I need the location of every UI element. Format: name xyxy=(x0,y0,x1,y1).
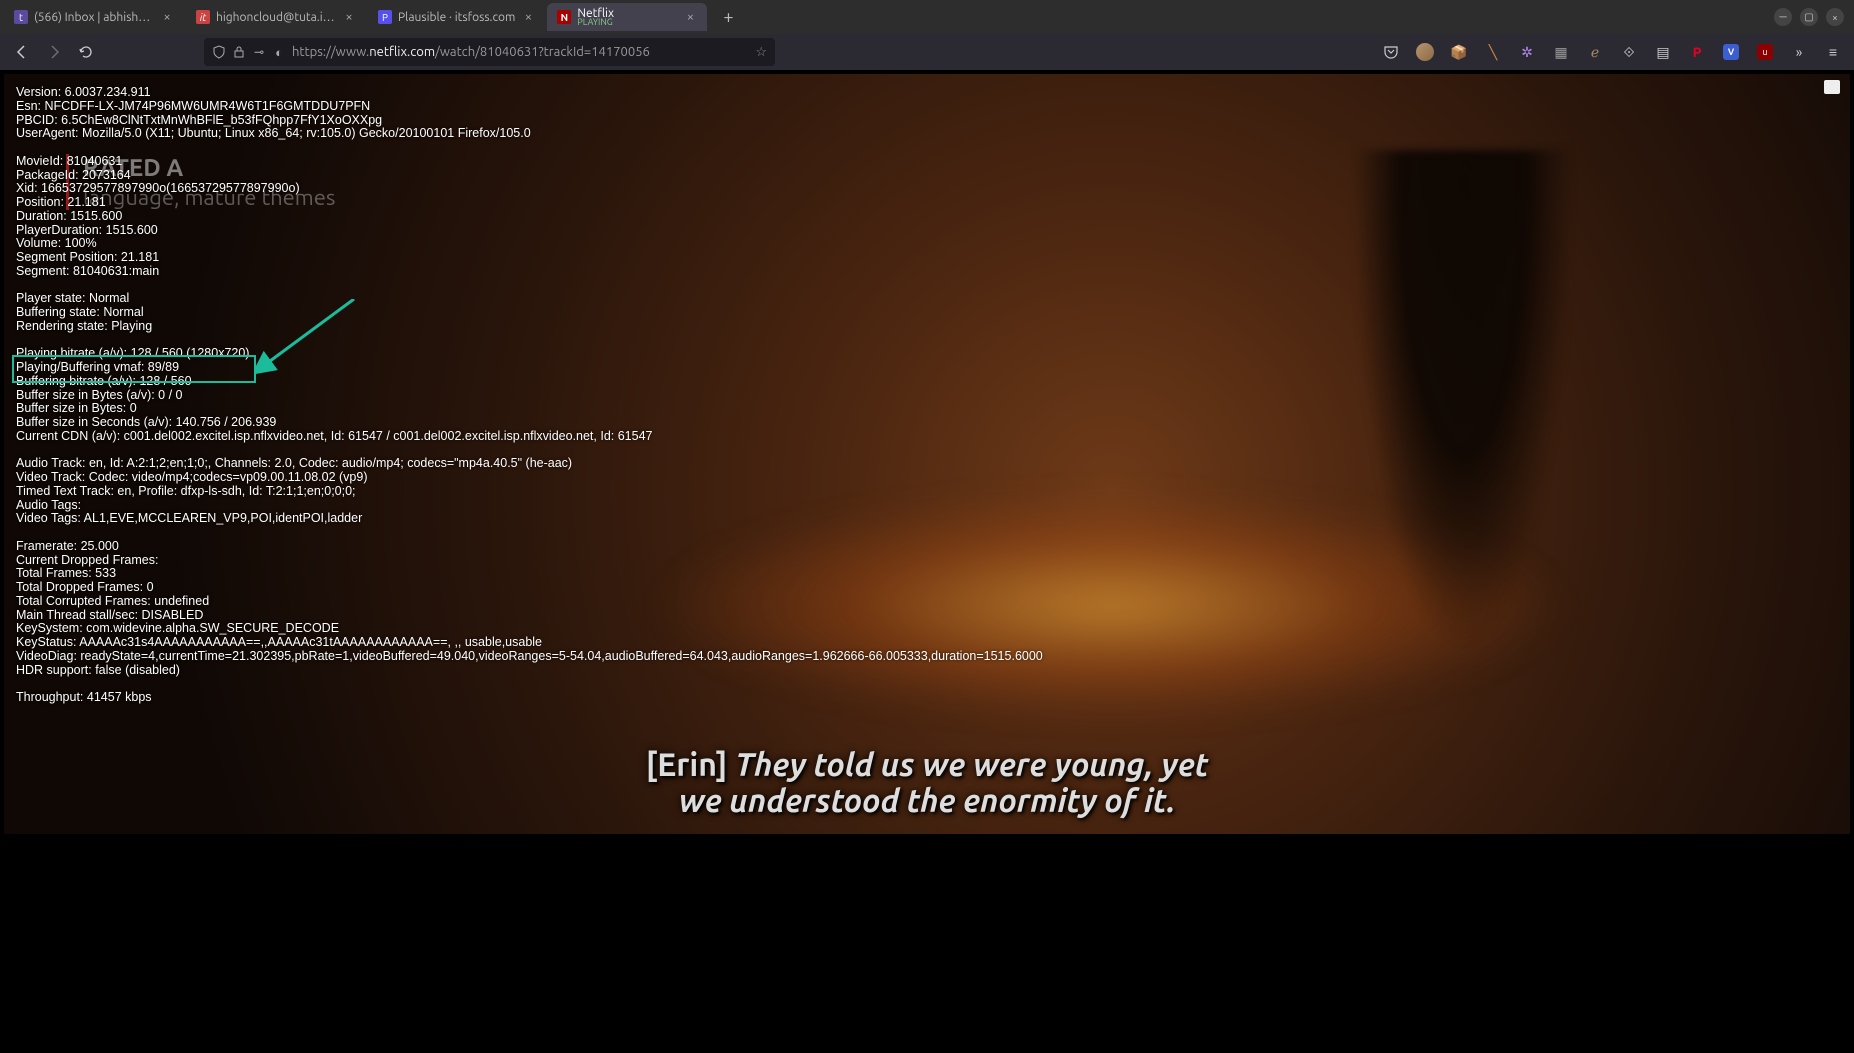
permissions-icon[interactable]: ◐ xyxy=(272,45,286,59)
tab-label: Plausible · itsfoss.com xyxy=(398,11,515,24)
maximize-button[interactable]: ▢ xyxy=(1800,8,1818,26)
page-content: RATED A language, mature themes Version:… xyxy=(0,70,1854,1053)
subtitle-line: They told us we were young, yet xyxy=(735,747,1208,783)
lock-icon[interactable] xyxy=(232,45,246,59)
reload-button[interactable] xyxy=(72,38,100,66)
pinterest-icon[interactable]: P xyxy=(1684,39,1710,65)
pocket-icon[interactable] xyxy=(1378,39,1404,65)
tab-tuta[interactable]: it highoncloud@tuta.io - Tu × xyxy=(186,3,366,31)
back-button[interactable] xyxy=(8,38,36,66)
browser-titlebar: t (566) Inbox | abhishek@li × it highonc… xyxy=(0,0,1854,34)
subtitle-speaker: [Erin] xyxy=(646,747,728,783)
shield-icon[interactable] xyxy=(212,45,226,59)
subtitle-text: [Erin] They told us we were young, yet w… xyxy=(4,747,1850,819)
url-text: https://www.netflix.com/watch/81040631?t… xyxy=(292,45,755,59)
url-bar[interactable]: ⊸ ◐ https://www.netflix.com/watch/810406… xyxy=(204,38,775,66)
tab-label: highoncloud@tuta.io - Tu xyxy=(216,11,336,24)
tab-plausible[interactable]: P Plausible · itsfoss.com × xyxy=(368,3,545,31)
extension-icon[interactable]: ✲ xyxy=(1514,39,1540,65)
subtitle-line: we understood the enormity of it. xyxy=(679,783,1176,819)
close-icon[interactable]: × xyxy=(342,10,356,24)
url-protocol: https://www. xyxy=(292,45,369,59)
pip-button[interactable] xyxy=(1824,80,1840,94)
close-icon[interactable]: × xyxy=(521,10,535,24)
ublock-icon[interactable]: u xyxy=(1752,39,1778,65)
extensions-menu-icon[interactable]: » xyxy=(1786,39,1812,65)
nerd-stats-overlay: Version: 6.0037.234.911 Esn: NFCDFF-LX-J… xyxy=(16,86,1043,705)
extension-icon[interactable]: ╲ xyxy=(1480,39,1506,65)
tab-status: PLAYING xyxy=(577,18,677,27)
extension-icon[interactable]: ▤ xyxy=(1650,39,1676,65)
forward-button[interactable] xyxy=(40,38,68,66)
video-player[interactable]: RATED A language, mature themes Version:… xyxy=(4,74,1850,834)
tab-strip: t (566) Inbox | abhishek@li × it highonc… xyxy=(4,0,1774,34)
tab-inbox[interactable]: t (566) Inbox | abhishek@li × xyxy=(4,3,184,31)
browser-toolbar: ⊸ ◐ https://www.netflix.com/watch/810406… xyxy=(0,34,1854,70)
extension-icon[interactable]: V xyxy=(1718,39,1744,65)
hamburger-menu-icon[interactable]: ≡ xyxy=(1820,39,1846,65)
mail-icon: it xyxy=(196,10,210,24)
close-icon[interactable]: × xyxy=(683,10,697,24)
mail-icon: t xyxy=(14,10,28,24)
netflix-icon: N xyxy=(557,10,571,24)
account-icon[interactable] xyxy=(1412,39,1438,65)
toolbar-extensions: 📦 ╲ ✲ ▦ ℯ ⟐ ▤ P V u » ≡ xyxy=(1378,39,1846,65)
close-window-button[interactable]: × xyxy=(1826,8,1844,26)
window-controls: ─ ▢ × xyxy=(1774,8,1850,26)
minimize-button[interactable]: ─ xyxy=(1774,8,1792,26)
key-icon[interactable]: ⊸ xyxy=(252,45,266,59)
close-icon[interactable]: × xyxy=(160,10,174,24)
bookmark-star-icon[interactable]: ☆ xyxy=(755,45,767,60)
tab-netflix[interactable]: N Netflix PLAYING × xyxy=(547,3,707,31)
video-scene xyxy=(1353,150,1573,650)
extension-icon[interactable]: ⟐ xyxy=(1616,39,1642,65)
new-tab-button[interactable]: + xyxy=(715,4,741,30)
extension-icon[interactable]: 📦 xyxy=(1446,39,1472,65)
tab-label: (566) Inbox | abhishek@li xyxy=(34,11,154,24)
extension-icon[interactable]: ▦ xyxy=(1548,39,1574,65)
extension-icon[interactable]: ℯ xyxy=(1582,39,1608,65)
url-domain: netflix.com xyxy=(369,45,435,59)
url-path: /watch/81040631?trackId=14170056 xyxy=(435,45,650,59)
plausible-icon: P xyxy=(378,10,392,24)
